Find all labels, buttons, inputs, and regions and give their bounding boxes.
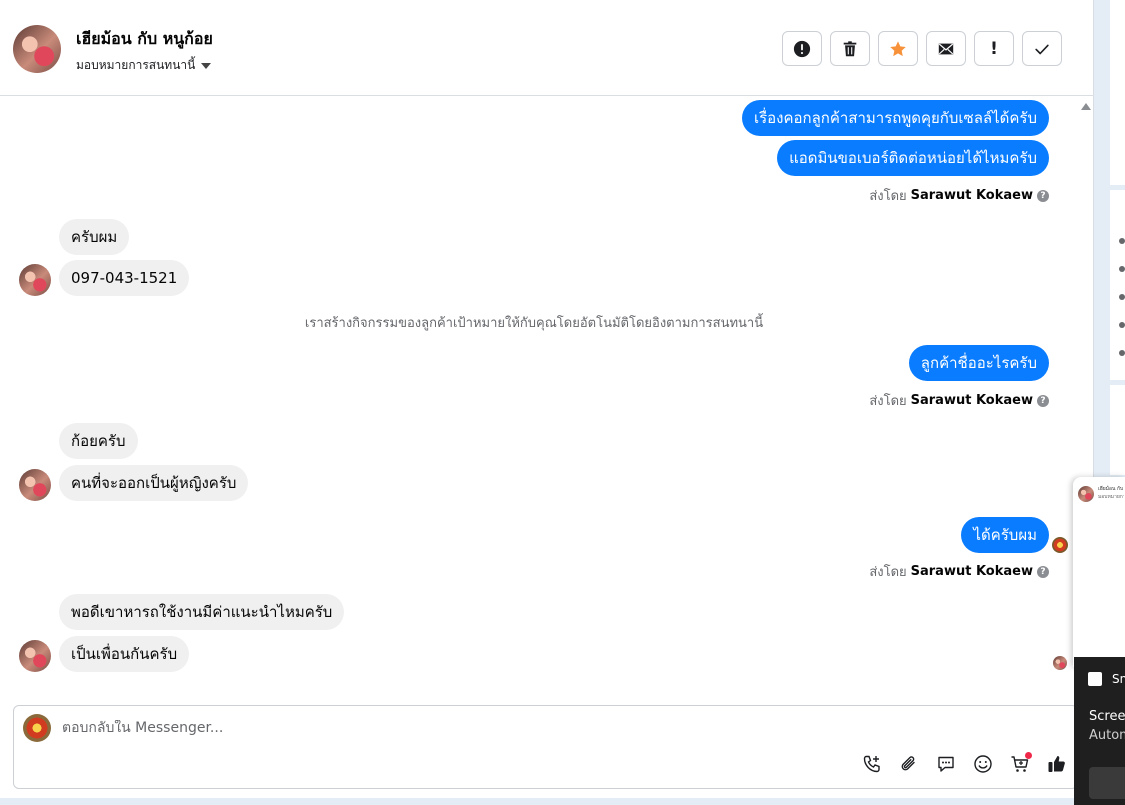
- contact-avatar-small: [19, 640, 51, 672]
- system-notification-toast[interactable]: Sn Screen Autom: [1074, 657, 1125, 805]
- envelope-icon: [938, 43, 954, 54]
- message-bubble-outgoing: ได้ครับผม: [961, 517, 1049, 553]
- scroll-up-arrow-icon[interactable]: [1081, 103, 1091, 110]
- composer-toolbar: [860, 752, 1069, 776]
- help-icon[interactable]: ?: [1037, 394, 1049, 407]
- toast-app-name: Sn: [1112, 672, 1125, 686]
- header-action-buttons: !: [782, 31, 1062, 66]
- sidebar-card: [1110, 0, 1125, 185]
- inbox-conversation-pane: เฮียม้อน กับ หนูก้อย มอบหมายการสนทนานี้ …: [0, 0, 1094, 798]
- sent-by-prefix: ส่งโดย: [869, 189, 907, 204]
- message-bubble-outgoing: เรื่องคอกลูกค้าสามารถพูดคุยกับเซลล์ได้คร…: [741, 100, 1049, 136]
- popup-title: เฮียม้อน กับ: [1098, 486, 1124, 492]
- thumbs-up-icon: [1048, 756, 1065, 772]
- message-thread[interactable]: เรื่องคอกลูกค้าสามารถพูดคุยกับเซลล์ได้คร…: [0, 96, 1094, 702]
- message-bubble-outgoing: แอดมินขอเบอร์ติดต่อหน่อยได้ไหมครับ: [777, 140, 1049, 176]
- page-logo-avatar: [23, 714, 51, 742]
- send-like-button[interactable]: [1045, 752, 1069, 776]
- sender-name: Sarawut Kokaew: [910, 188, 1033, 203]
- help-icon[interactable]: ?: [1037, 565, 1049, 578]
- sidebar-card: [1110, 385, 1125, 475]
- message-bubble-incoming: ครับผม: [59, 219, 130, 255]
- message-bubble-incoming: พอดีเขาหารถใช้งานมีค่าแนะนำไหมครับ: [59, 594, 345, 630]
- sent-by-line: ส่งโดย Sarawut Kokaew ?: [869, 561, 1049, 582]
- phone-add-icon: [863, 755, 880, 773]
- message-bubble-incoming: เป็นเพื่อนกันครับ: [59, 636, 190, 672]
- sent-by-line: ส่งโดย Sarawut Kokaew ?: [869, 390, 1049, 411]
- mark-done-button[interactable]: [1022, 31, 1062, 66]
- mark-spam-button[interactable]: [782, 31, 822, 66]
- message-bubble-incoming: 097-043-1521: [59, 260, 190, 296]
- notification-dot: [1025, 752, 1032, 759]
- contact-avatar[interactable]: [13, 25, 61, 73]
- message-bubble-incoming: คนที่จะออกเป็นผู้หญิงครับ: [59, 465, 249, 501]
- system-notice: เราสร้างกิจกรรมของลูกค้าเป้าหมายให้กับคุ…: [304, 316, 764, 331]
- assign-conversation-dropdown[interactable]: มอบหมายการสนทนานี้: [76, 56, 212, 75]
- sender-name: Sarawut Kokaew: [910, 564, 1033, 579]
- conversation-title: เฮียม้อน กับ หนูก้อย: [76, 29, 213, 48]
- page-seen-indicator: [1052, 537, 1068, 553]
- star-button[interactable]: [878, 31, 918, 66]
- follow-up-button[interactable]: !: [974, 31, 1014, 66]
- message-bubble-outgoing: ลูกค้าชื่ออะไรครับ: [908, 345, 1049, 381]
- paperclip-icon: [901, 756, 915, 771]
- sidebar-item-icon: [1119, 238, 1125, 244]
- emoji-icon: [974, 755, 992, 773]
- emoji-button[interactable]: [971, 752, 995, 776]
- sidebar-item-icon: [1119, 266, 1125, 272]
- conversation-header: เฮียม้อน กับ หนูก้อย มอบหมายการสนทนานี้ …: [0, 0, 1094, 96]
- saved-replies-button[interactable]: [934, 752, 958, 776]
- sender-name: Sarawut Kokaew: [910, 393, 1033, 408]
- popup-avatar: [1078, 486, 1094, 502]
- sidebar-item-icon: [1119, 294, 1125, 300]
- help-icon[interactable]: ?: [1037, 189, 1049, 202]
- chat-preview-popup[interactable]: เฮียม้อน กับ มอบหมายการสนทนา: [1073, 477, 1125, 667]
- reply-composer: [13, 705, 1078, 789]
- trash-icon: [843, 40, 857, 56]
- quick-reply-icon: [938, 756, 954, 772]
- snipping-tool-icon: [1088, 672, 1102, 686]
- sent-by-prefix: ส่งโดย: [869, 394, 907, 409]
- sent-by-prefix: ส่งโดย: [869, 565, 907, 580]
- attach-file-button[interactable]: [897, 752, 921, 776]
- star-icon: [890, 40, 906, 56]
- alert-circle-icon: [793, 40, 811, 57]
- delete-button[interactable]: [830, 31, 870, 66]
- sent-by-line: ส่งโดย Sarawut Kokaew ?: [869, 185, 1049, 206]
- toast-body: Autom: [1089, 728, 1125, 743]
- message-bubble-incoming: ก้อยครับ: [59, 423, 138, 459]
- shop-button[interactable]: [1008, 752, 1032, 776]
- exclamation-icon: !: [990, 38, 998, 59]
- reply-input[interactable]: [62, 720, 962, 736]
- call-request-button[interactable]: [860, 752, 884, 776]
- contact-avatar-small: [19, 469, 51, 501]
- sidebar-item-icon: [1119, 322, 1125, 328]
- toast-action-button[interactable]: [1089, 767, 1125, 799]
- check-icon: [1035, 44, 1049, 54]
- popup-subtitle: มอบหมายการสนทนา: [1098, 494, 1124, 500]
- mark-unread-button[interactable]: [926, 31, 966, 66]
- contact-seen-indicator: [1053, 656, 1067, 670]
- contact-avatar-small: [19, 264, 51, 296]
- caret-down-icon: [201, 62, 212, 69]
- toast-title: Screen: [1089, 709, 1125, 724]
- assign-label: มอบหมายการสนทนานี้: [76, 58, 196, 72]
- sidebar-item-icon: [1119, 350, 1125, 356]
